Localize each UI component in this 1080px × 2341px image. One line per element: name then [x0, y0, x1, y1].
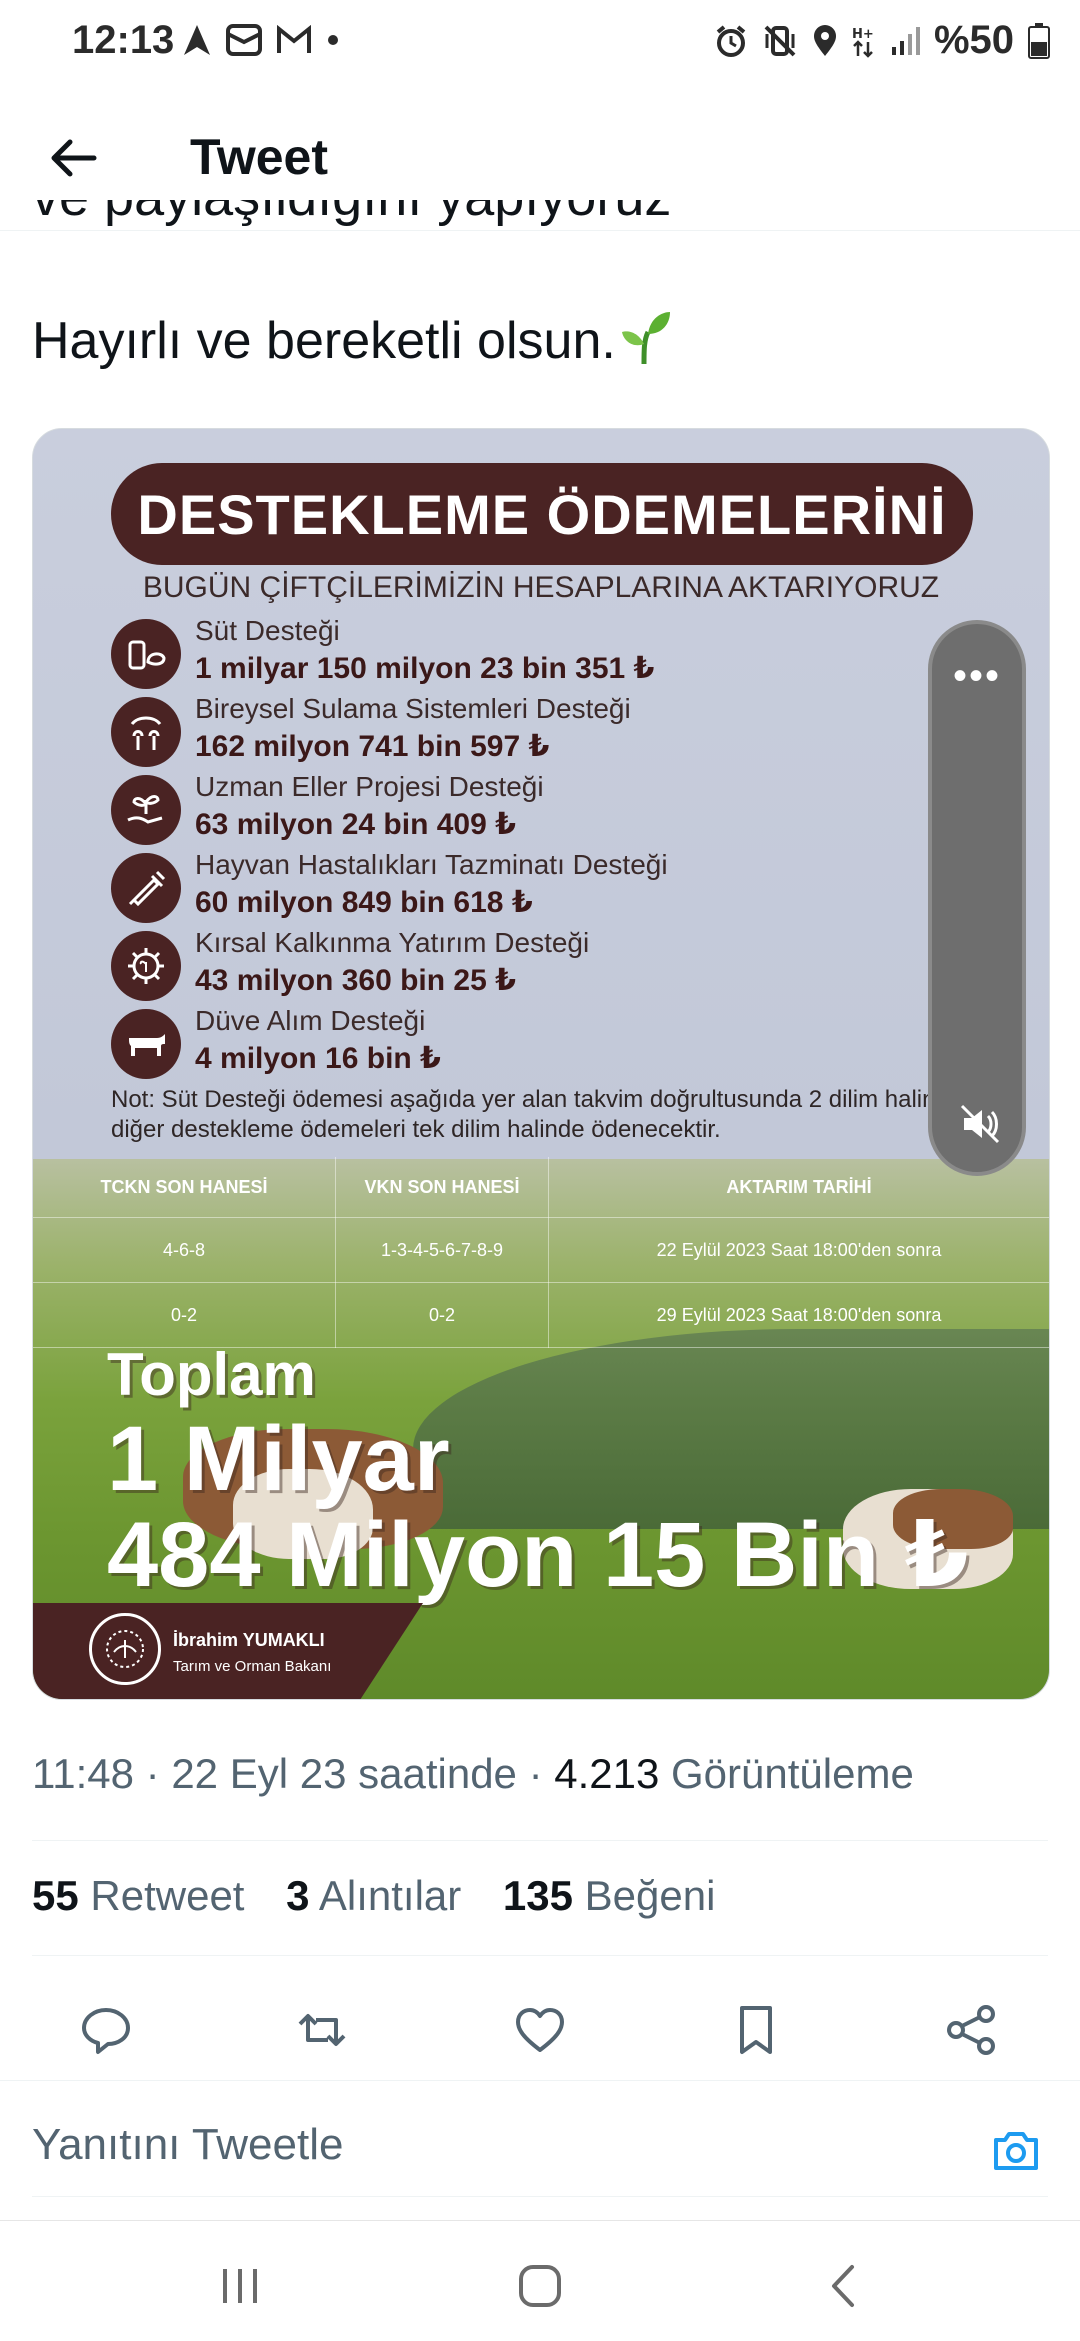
quote-count[interactable]: 3 Alıntılar — [286, 1872, 461, 1919]
status-time: 12:13 — [72, 18, 175, 62]
recent-apps-icon — [223, 2269, 257, 2303]
hand-plant-icon — [111, 775, 181, 845]
bookmark-icon — [740, 2006, 772, 2054]
mail-app-icon — [226, 22, 262, 58]
home-icon — [519, 2265, 561, 2307]
sound-muted-icon[interactable] — [958, 1102, 1002, 1146]
table-row: 4-6-8 1-3-4-5-6-7-8-9 22 Eylül 2023 Saat… — [33, 1217, 1049, 1283]
tweet-action-bar — [0, 1980, 1080, 2080]
infographic-subtitle: BUGÜN ÇİFTÇİLERİMİZİN HESAPLARINA AKTARI… — [142, 571, 940, 604]
divider — [32, 1840, 1048, 1841]
camera-button[interactable] — [990, 2124, 1042, 2176]
notification-dot-icon — [326, 33, 340, 47]
gear-plant-icon — [111, 931, 181, 1001]
minister-role: Tarım ve Orman Bakanı — [173, 1658, 332, 1675]
status-bar: 12:13 H+ %50 — [0, 0, 1080, 84]
retweet-count[interactable]: 55 Retweet — [32, 1872, 244, 1919]
tweet-media-image[interactable]: DESTEKLEME ÖDEMELERİNİ BUGÜN ÇİFTÇİLERİM… — [32, 428, 1050, 1700]
table-row: 0-2 0-2 29 Eylül 2023 Saat 18:00'den son… — [33, 1282, 1049, 1348]
cattle-icon — [111, 1009, 181, 1079]
recent-apps-button[interactable] — [215, 2261, 265, 2311]
reply-icon — [82, 2008, 130, 2054]
battery-icon — [1028, 22, 1050, 59]
like-count[interactable]: 135 Beğeni — [503, 1872, 716, 1919]
bookmark-button[interactable] — [728, 2002, 784, 2058]
camera-icon — [994, 2132, 1038, 2170]
system-back-button[interactable] — [820, 2261, 870, 2311]
divider — [0, 2080, 1080, 2081]
tweet-timestamp: 11:48 · 22 Eyl 23 saatinde · 4.213 Görün… — [32, 1750, 914, 1797]
irrigation-icon — [111, 697, 181, 767]
gmail-icon — [276, 25, 312, 55]
retweet-icon — [298, 2014, 346, 2046]
infographic-banner: DESTEKLEME ÖDEMELERİNİ — [111, 463, 973, 565]
reply-button[interactable] — [78, 2002, 134, 2058]
alarm-icon — [714, 24, 748, 58]
share-button[interactable] — [944, 2002, 1000, 2058]
more-options-button[interactable]: ••• — [932, 654, 1022, 699]
share-icon — [947, 2005, 995, 2055]
reply-input[interactable]: Yanıtını Tweetle — [32, 2120, 343, 2170]
navigation-arrow-icon — [182, 23, 212, 57]
views-count: 4.213 — [554, 1750, 660, 1797]
heart-icon — [516, 2008, 564, 2052]
signal-icon — [890, 25, 920, 57]
back-button[interactable] — [44, 128, 104, 188]
home-button[interactable] — [515, 2261, 565, 2311]
chevron-left-icon — [832, 2265, 854, 2307]
table-header: TCKN SON HANESİ — [33, 1157, 336, 1218]
retweet-button[interactable] — [294, 2002, 350, 2058]
floating-video-panel[interactable]: ••• — [928, 620, 1026, 1176]
battery-percentage: %50 — [933, 18, 1014, 62]
svg-text:H+: H+ — [852, 27, 874, 42]
total-amount: Toplam 1 Milyar 484 Milyon 15 Bin ₺ — [107, 1341, 969, 1606]
page-title: Tweet — [190, 129, 328, 185]
engagement-counts: 55 Retweet 3 Alıntılar 135 Beğeni — [32, 1872, 745, 1920]
system-navigation-bar — [0, 2220, 1080, 2341]
ministry-logo-icon — [89, 1613, 161, 1685]
divider — [32, 2196, 1048, 2197]
milk-icon — [111, 619, 181, 689]
table-header: VKN SON HANESİ — [335, 1157, 549, 1218]
divider — [32, 1955, 1048, 1956]
back-arrow-icon — [51, 139, 97, 177]
minister-name: İbrahim YUMAKLI — [173, 1630, 325, 1650]
tweet-text-clipped: ve paylaşıldığını yapıyoruz — [32, 200, 671, 228]
hplus-data-icon: H+ — [852, 24, 876, 58]
payment-schedule-table: TCKN SON HANESİ VKN SON HANESİ AKTARIM T… — [33, 1157, 1049, 1348]
payment-note: Not: Süt Desteği ödemesi aşağıda yer ala… — [111, 1086, 969, 1143]
vibrate-mute-icon — [762, 24, 798, 58]
veterinary-syringe-icon — [111, 853, 181, 923]
seedling-emoji-icon — [620, 310, 672, 379]
like-button[interactable] — [512, 2002, 568, 2058]
location-icon — [812, 24, 838, 58]
tweet-text: Hayırlı ve bereketli olsun. — [32, 310, 672, 379]
